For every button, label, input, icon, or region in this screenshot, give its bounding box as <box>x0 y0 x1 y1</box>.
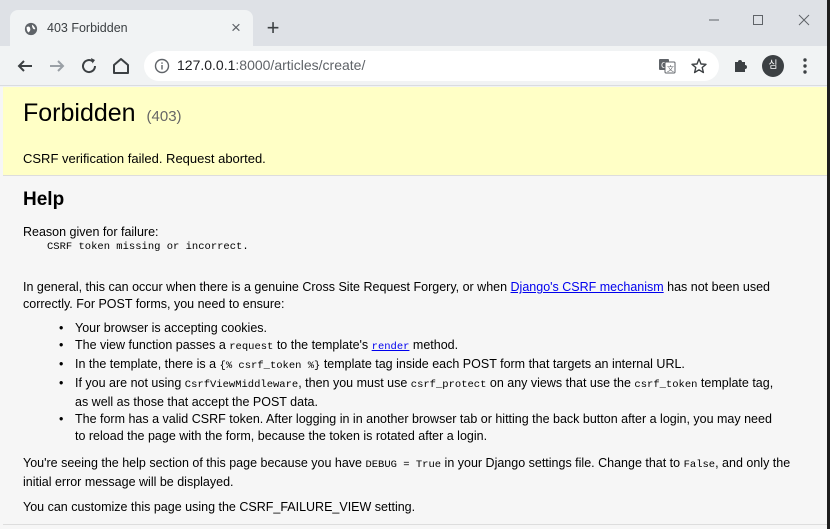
debug-paragraph: You're seeing the help section of this p… <box>23 455 803 491</box>
extensions-puzzle-icon[interactable] <box>729 54 753 78</box>
tab-close-icon[interactable]: × <box>226 18 246 38</box>
url-path: :8000/articles/create/ <box>235 57 366 73</box>
list-item-text: method. <box>409 338 459 352</box>
section-divider <box>3 524 827 525</box>
inline-code: False <box>683 459 716 471</box>
list-item: If you are not using CsrfViewMiddleware,… <box>55 375 785 411</box>
list-item: In the template, there is a {% csrf_toke… <box>55 356 785 375</box>
browser-toolbar: 127.0.0.1:8000/articles/create/ G 文 심 <box>0 46 827 86</box>
inline-code: DEBUG = True <box>365 459 442 471</box>
reason-code: CSRF token missing or incorrect. <box>47 241 249 253</box>
inline-code: CsrfViewMiddleware <box>184 379 299 391</box>
title-text: Forbidden <box>23 99 136 127</box>
home-icon[interactable] <box>109 54 133 78</box>
list-item: Your browser is accepting cookies. <box>55 320 785 337</box>
list-item-text: template tag inside each POST form that … <box>320 357 685 371</box>
intro-paragraph: In general, this can occur when there is… <box>23 279 803 313</box>
page-content: Forbidden (403) CSRF verification failed… <box>0 87 827 529</box>
svg-text:文: 文 <box>667 64 674 73</box>
inline-code: render <box>371 341 410 353</box>
list-item: The form has a valid CSRF token. After l… <box>55 411 785 445</box>
list-item-text: The view function passes a <box>75 338 230 352</box>
list-item-text: on any views that use the <box>486 376 635 390</box>
inline-code: request <box>229 341 274 353</box>
translate-icon[interactable]: G 文 <box>658 57 676 75</box>
tab-title: 403 Forbidden <box>47 21 128 35</box>
inline-code: csrf_token <box>634 379 698 391</box>
list-item: The view function passes a request to th… <box>55 337 785 356</box>
url-host: 127.0.0.1 <box>177 57 236 73</box>
globe-icon <box>24 22 38 36</box>
list-item-text: Your browser is accepting cookies. <box>75 321 267 335</box>
browser-window: 403 Forbidden × + 127.0.0.1:8000/article… <box>0 0 830 529</box>
inline-code: csrf_protect <box>410 379 487 391</box>
list-item-text: The form has a valid CSRF token. After l… <box>75 412 772 443</box>
reason-label: Reason given for failure: <box>23 225 159 239</box>
info-icon[interactable] <box>154 58 170 74</box>
url-text[interactable]: 127.0.0.1:8000/articles/create/ <box>177 57 365 73</box>
list-item-text: to the template's <box>273 338 372 352</box>
bookmark-star-icon[interactable] <box>690 57 708 75</box>
page-title: Forbidden (403) <box>23 99 182 128</box>
django-csrf-link[interactable]: Django's CSRF mechanism <box>511 280 664 294</box>
window-close-icon[interactable] <box>794 10 814 30</box>
new-tab-plus-icon[interactable]: + <box>263 17 283 39</box>
list-item-text: In the template, there is a <box>75 357 220 371</box>
reload-icon[interactable] <box>77 54 101 78</box>
profile-avatar[interactable]: 심 <box>762 55 784 77</box>
customize-paragraph: You can customize this page using the CS… <box>23 500 416 514</box>
debug-text: in your Django settings file. Change tha… <box>441 456 684 470</box>
error-message: CSRF verification failed. Request aborte… <box>23 151 266 166</box>
status-code: (403) <box>146 108 182 125</box>
tab-active[interactable]: 403 Forbidden × <box>10 10 253 46</box>
help-section: Help Reason given for failure: CSRF toke… <box>3 177 827 529</box>
list-item-text: , then you must use <box>298 376 411 390</box>
maximize-icon[interactable] <box>748 10 768 30</box>
minimize-icon[interactable] <box>704 10 724 30</box>
forward-arrow-icon[interactable] <box>45 54 69 78</box>
list-item-text: If you are not using <box>75 376 185 390</box>
address-bar[interactable]: 127.0.0.1:8000/articles/create/ G 文 <box>144 51 719 81</box>
back-arrow-icon[interactable] <box>13 54 37 78</box>
intro-text: In general, this can occur when there is… <box>23 280 511 294</box>
inline-code: {% csrf_token %} <box>219 360 321 372</box>
help-heading: Help <box>23 189 65 210</box>
render-link[interactable]: render <box>371 338 410 353</box>
error-summary: Forbidden (403) CSRF verification failed… <box>3 87 827 176</box>
menu-kebab-icon[interactable] <box>793 54 817 78</box>
requirements-list: Your browser is accepting cookies. The v… <box>55 320 785 445</box>
debug-text: You're seeing the help section of this p… <box>23 456 366 470</box>
tab-strip: 403 Forbidden × + <box>0 0 827 46</box>
